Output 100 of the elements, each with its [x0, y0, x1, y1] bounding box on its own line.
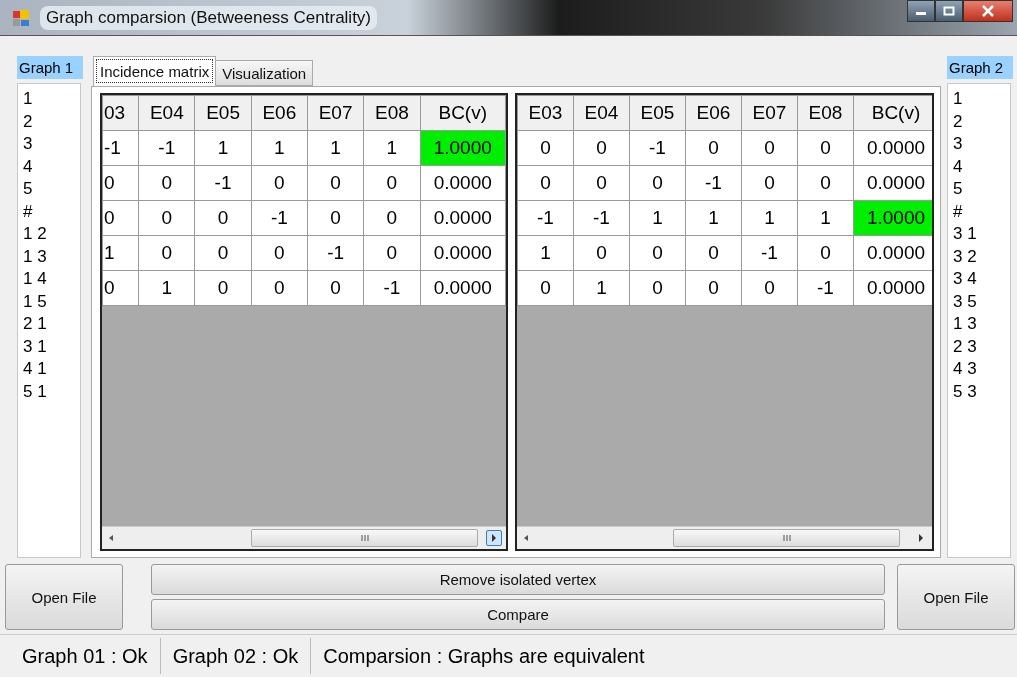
- column-header: E06: [251, 95, 308, 131]
- table-cell: -1: [517, 200, 574, 236]
- table-cell: 1: [363, 130, 420, 166]
- minimize-button[interactable]: [907, 0, 935, 22]
- column-header: E08: [363, 95, 420, 131]
- scrollbar-thumb[interactable]: [673, 529, 900, 547]
- table-cell: 0: [363, 235, 420, 271]
- open-file-button[interactable]: Open File: [897, 564, 1015, 630]
- table-cell: -1: [685, 165, 742, 201]
- grip-icon: [781, 534, 792, 542]
- maximize-icon: [943, 6, 955, 16]
- table-cell: 1: [741, 200, 798, 236]
- column-header: E05: [194, 95, 252, 131]
- table-cell: 1: [517, 235, 574, 271]
- table-cell: -1: [629, 130, 686, 166]
- window-title: Graph comparsion (Betweeness Centrality): [40, 5, 378, 30]
- tab[interactable]: Incidence matrix: [93, 56, 217, 86]
- column-header: BC(v): [853, 95, 932, 131]
- table-cell: 0: [251, 270, 308, 306]
- remove-isolated-vertex-button[interactable]: Remove isolated vertex: [151, 564, 885, 595]
- table-cell: 0: [194, 200, 252, 236]
- table-cell: 0: [138, 200, 195, 236]
- table-cell: 0: [797, 235, 854, 271]
- edge-list[interactable]: 1 2 3 4 5 # 3 1 3 2 3 4 3 5 1 3 2 3 4 3 5 3: [947, 83, 1011, 558]
- table-cell: 0: [251, 235, 308, 271]
- table-cell: 0: [685, 235, 742, 271]
- table-cell: 0: [251, 165, 308, 201]
- table-cell: 0: [573, 165, 630, 201]
- column-header: E08: [797, 95, 854, 131]
- status-text: Comparsion : Graphs are equivalent: [322, 644, 646, 669]
- status-text: Graph 02 : Ok: [160, 638, 312, 674]
- horizontal-scrollbar[interactable]: [102, 526, 506, 549]
- table-cell: -1: [741, 235, 798, 271]
- table-cell: 1: [138, 270, 195, 306]
- table-cell: 0: [307, 165, 364, 201]
- column-header: E04: [138, 95, 195, 131]
- horizontal-scrollbar[interactable]: [517, 526, 932, 549]
- table-cell: 1: [307, 130, 364, 166]
- table-cell: 1: [685, 200, 742, 236]
- table-cell: 0.0000: [420, 235, 506, 271]
- scrollbar-thumb[interactable]: [251, 529, 478, 547]
- table-cell: 1: [573, 270, 630, 306]
- table-cell: 0: [517, 130, 574, 166]
- table-cell: 1: [629, 200, 686, 236]
- grip-icon: [359, 534, 370, 542]
- table-cell: 0: [307, 200, 364, 236]
- table-cell: 0: [741, 130, 798, 166]
- column-header: E06: [685, 95, 742, 131]
- edge-list[interactable]: 1 2 3 4 5 # 1 2 1 3 1 4 1 5 2 1 3 1 4 1 5 1: [17, 83, 81, 558]
- table-cell: 0: [102, 270, 139, 306]
- table-cell: 1: [251, 130, 308, 166]
- table-cell: -1: [138, 130, 195, 166]
- column-header: BC(v): [420, 95, 506, 131]
- column-header: E07: [741, 95, 798, 131]
- maximize-button[interactable]: [935, 0, 963, 22]
- table-cell: -1: [363, 270, 420, 306]
- table-cell: -1: [102, 130, 139, 166]
- table-cell: 0.0000: [420, 270, 506, 306]
- table-cell: 0: [629, 270, 686, 306]
- table-cell: 0: [194, 270, 252, 306]
- table-cell: 0: [797, 130, 854, 166]
- graph-label: Graph 1: [17, 56, 83, 79]
- table-cell: 0: [307, 270, 364, 306]
- table-cell: 0: [685, 270, 742, 306]
- app-icon: [12, 8, 30, 27]
- table-cell: 0: [517, 270, 574, 306]
- table-cell: 0: [573, 235, 630, 271]
- table-cell: 1.0000: [853, 200, 932, 236]
- table-cell: 0: [517, 165, 574, 201]
- compare-button[interactable]: Compare: [151, 599, 885, 630]
- table-cell: 1: [102, 235, 139, 271]
- table-cell: -1: [251, 200, 308, 236]
- close-icon: [981, 5, 995, 17]
- table-cell: 0: [194, 235, 252, 271]
- column-header: E04: [573, 95, 630, 131]
- table-cell: -1: [194, 165, 252, 201]
- table-cell: 0: [138, 235, 195, 271]
- table-cell: 0: [629, 165, 686, 201]
- close-button[interactable]: [963, 0, 1013, 22]
- table-cell: 0: [363, 200, 420, 236]
- column-header: 03: [102, 95, 139, 131]
- table-cell: 1: [797, 200, 854, 236]
- table-cell: 0: [741, 270, 798, 306]
- column-header: E05: [629, 95, 686, 131]
- graph-label: Graph 2: [947, 56, 1013, 79]
- tab[interactable]: Visualization: [215, 60, 314, 86]
- table-cell: 0: [363, 165, 420, 201]
- table-cell: 0: [573, 130, 630, 166]
- table-cell: 0: [138, 165, 195, 201]
- table-cell: 0: [797, 165, 854, 201]
- table-cell: 0: [629, 235, 686, 271]
- column-header: E07: [307, 95, 364, 131]
- table-cell: 0: [741, 165, 798, 201]
- open-file-button[interactable]: Open File: [5, 564, 123, 630]
- table-cell: 0: [102, 165, 139, 201]
- table-cell: 0: [685, 130, 742, 166]
- table-cell: 0: [102, 200, 139, 236]
- table-cell: 0.0000: [420, 200, 506, 236]
- column-header: E03: [517, 95, 574, 131]
- table-cell: -1: [797, 270, 854, 306]
